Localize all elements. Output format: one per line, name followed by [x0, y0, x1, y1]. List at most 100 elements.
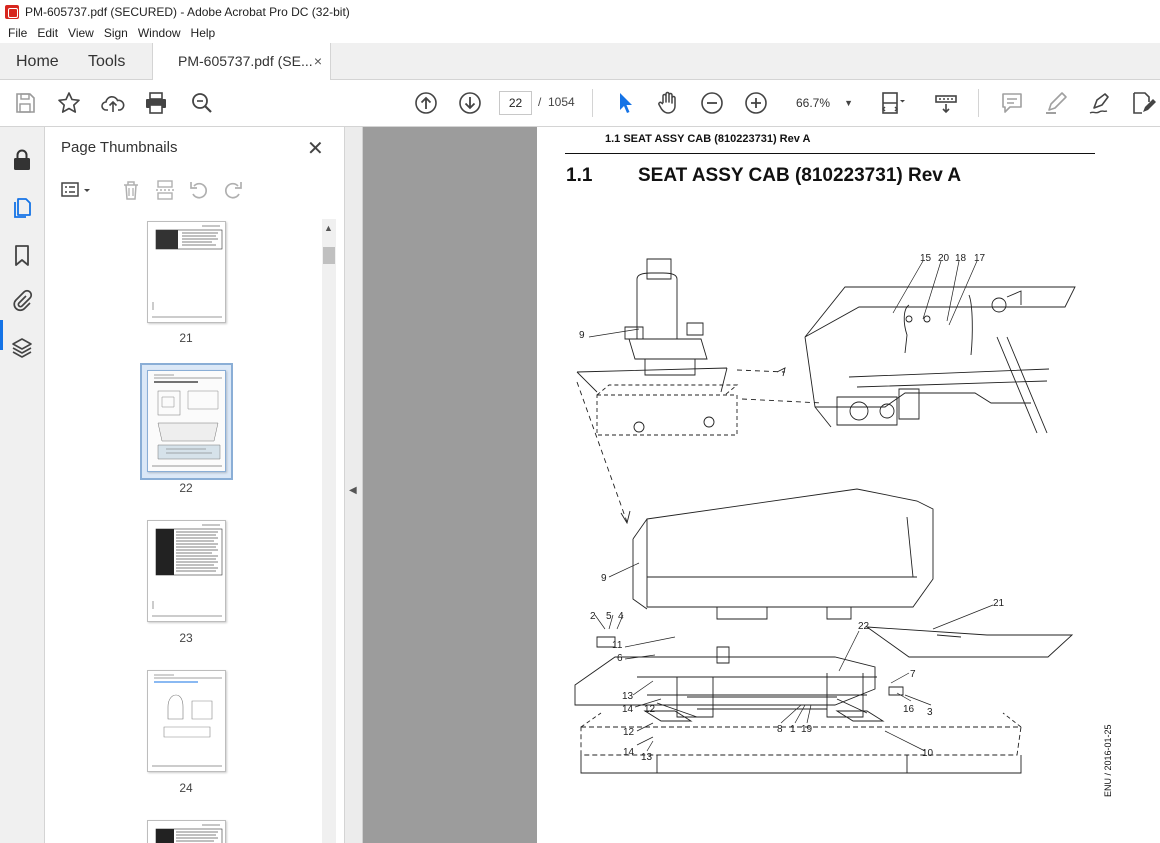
toolbar-divider: [592, 89, 593, 117]
callout-label: 17: [974, 253, 986, 264]
callout-label: 14: [623, 747, 635, 758]
page-separator: /: [538, 95, 542, 109]
hand-tool-icon[interactable]: [655, 90, 681, 116]
document-viewport[interactable]: 1.1 SEAT ASSY CAB (810223731) Rev A 1.1 …: [363, 127, 1160, 843]
acrobat-window: PM-605737.pdf (SECURED) - Adobe Acrobat …: [0, 0, 1160, 843]
thumbnail-toolbar: [45, 171, 345, 209]
callout-label: 4: [618, 611, 624, 622]
callout-label: 1: [790, 724, 796, 735]
menu-view[interactable]: View: [63, 26, 99, 40]
save-icon[interactable]: [12, 90, 38, 116]
callout-label: 12: [623, 727, 635, 738]
thumbnail-scrollbar[interactable]: ▲: [322, 219, 336, 843]
panel-splitter[interactable]: ◀: [345, 127, 363, 843]
document-revision-note: ENU / 2016-01-25: [1103, 724, 1113, 797]
print-icon[interactable]: [143, 90, 169, 116]
thumbnail-page-selected[interactable]: [147, 370, 226, 472]
scrolling-mode-icon[interactable]: [933, 90, 959, 116]
callout-label: 15: [920, 253, 932, 264]
lock-icon[interactable]: [10, 148, 34, 172]
edit-pdf-icon[interactable]: [1130, 90, 1156, 116]
sign-pen-icon[interactable]: [1087, 90, 1113, 116]
chevron-down-icon: ▼: [844, 98, 853, 108]
title-bar: PM-605737.pdf (SECURED) - Adobe Acrobat …: [0, 0, 1160, 23]
rotate-counterclockwise-icon[interactable]: [188, 179, 210, 201]
callout-label: 13: [641, 752, 653, 763]
layers-icon[interactable]: [10, 336, 34, 360]
zoom-select[interactable]: 66.7% ▼: [786, 91, 858, 115]
callout-label: 18: [955, 253, 967, 264]
bookmark-star-icon[interactable]: [56, 90, 82, 116]
zoom-value: 66.7%: [796, 96, 831, 110]
menu-file[interactable]: File: [3, 26, 32, 40]
total-pages: 1054: [548, 95, 575, 109]
thumbnail-page-label: 23: [179, 631, 193, 645]
callout-label: 22: [858, 621, 870, 632]
menu-edit[interactable]: Edit: [32, 26, 63, 40]
callout-label: 14: [622, 704, 634, 715]
attachments-paperclip-icon[interactable]: [10, 289, 34, 313]
main-toolbar: [0, 80, 1160, 127]
callout-label: 9: [579, 330, 585, 341]
comment-icon[interactable]: [999, 90, 1025, 116]
callout-label: 20: [938, 253, 950, 264]
tab-tools[interactable]: Tools: [88, 43, 125, 80]
zoom-search-icon[interactable]: [189, 90, 215, 116]
tab-close-icon[interactable]: ×: [314, 43, 322, 80]
thumbnail-page-label: 22: [179, 481, 193, 495]
delete-trash-icon[interactable]: [120, 179, 142, 201]
section-number: 1.1: [566, 165, 593, 186]
upload-cloud-icon[interactable]: [100, 90, 126, 116]
callout-label: 5: [606, 611, 612, 622]
zoom-in-icon[interactable]: [743, 90, 769, 116]
callout-label: 10: [922, 748, 934, 759]
scroll-up-icon[interactable]: ▲: [324, 223, 333, 233]
menu-help[interactable]: Help: [186, 26, 221, 40]
fit-page-icon[interactable]: [879, 90, 905, 116]
page-number-input[interactable]: 22: [499, 91, 532, 115]
tab-document[interactable]: PM-605737.pdf (SE... ×: [152, 43, 331, 80]
thumbnail-page-label: 24: [179, 781, 193, 795]
rotate-clockwise-icon[interactable]: [222, 179, 244, 201]
thumbnail-page[interactable]: [147, 670, 226, 772]
previous-page-icon[interactable]: [413, 90, 439, 116]
next-page-icon[interactable]: [457, 90, 483, 116]
panel-title: Page Thumbnails: [61, 139, 178, 156]
toolbar-divider: [978, 89, 979, 117]
menu-window[interactable]: Window: [133, 26, 186, 40]
page-thumbnails-panel: Page Thumbnails ✕ ▲ 21 22 23 24: [45, 127, 345, 843]
menu-sign[interactable]: Sign: [99, 26, 133, 40]
scrollbar-thumb[interactable]: [323, 247, 335, 264]
seat-assembly-drawing: [574, 258, 1076, 774]
select-pointer-icon[interactable]: [612, 90, 638, 116]
tab-home[interactable]: Home: [16, 43, 59, 80]
callout-label: 9: [601, 573, 607, 584]
pdf-page: 1.1 SEAT ASSY CAB (810223731) Rev A 1.1 …: [537, 127, 1160, 843]
close-icon[interactable]: ✕: [307, 136, 324, 161]
thumbnail-page[interactable]: [147, 520, 226, 622]
collapse-panel-icon[interactable]: ◀: [349, 485, 357, 496]
tab-document-label: PM-605737.pdf (SE...: [178, 53, 313, 69]
highlight-pen-icon[interactable]: [1043, 90, 1069, 116]
thumbnail-page-label: 21: [179, 331, 193, 345]
thumbnail-page[interactable]: [147, 820, 226, 843]
header-rule: [565, 153, 1095, 154]
zoom-out-icon[interactable]: [699, 90, 725, 116]
acrobat-app-icon: [5, 4, 19, 19]
callout-label: 16: [903, 704, 915, 715]
active-indicator: [0, 320, 3, 350]
page-thumbnails-icon[interactable]: [10, 195, 34, 219]
tab-bar: Home Tools PM-605737.pdf (SE... ×: [0, 43, 1160, 80]
section-title: SEAT ASSY CAB (810223731) Rev A: [638, 165, 962, 186]
bookmarks-icon[interactable]: [10, 243, 34, 267]
callout-label: 8: [777, 724, 783, 735]
page-running-header: 1.1 SEAT ASSY CAB (810223731) Rev A: [605, 133, 811, 145]
menu-bar: File Edit View Sign Window Help: [0, 23, 1160, 43]
thumbnail-options-icon[interactable]: [60, 179, 92, 201]
callout-label: 13: [622, 691, 634, 702]
callout-label: 12: [644, 704, 656, 715]
callout-label: 7: [910, 669, 916, 680]
extract-pages-icon[interactable]: [154, 179, 176, 201]
callout-label: 3: [927, 707, 933, 718]
thumbnail-page[interactable]: [147, 221, 226, 323]
